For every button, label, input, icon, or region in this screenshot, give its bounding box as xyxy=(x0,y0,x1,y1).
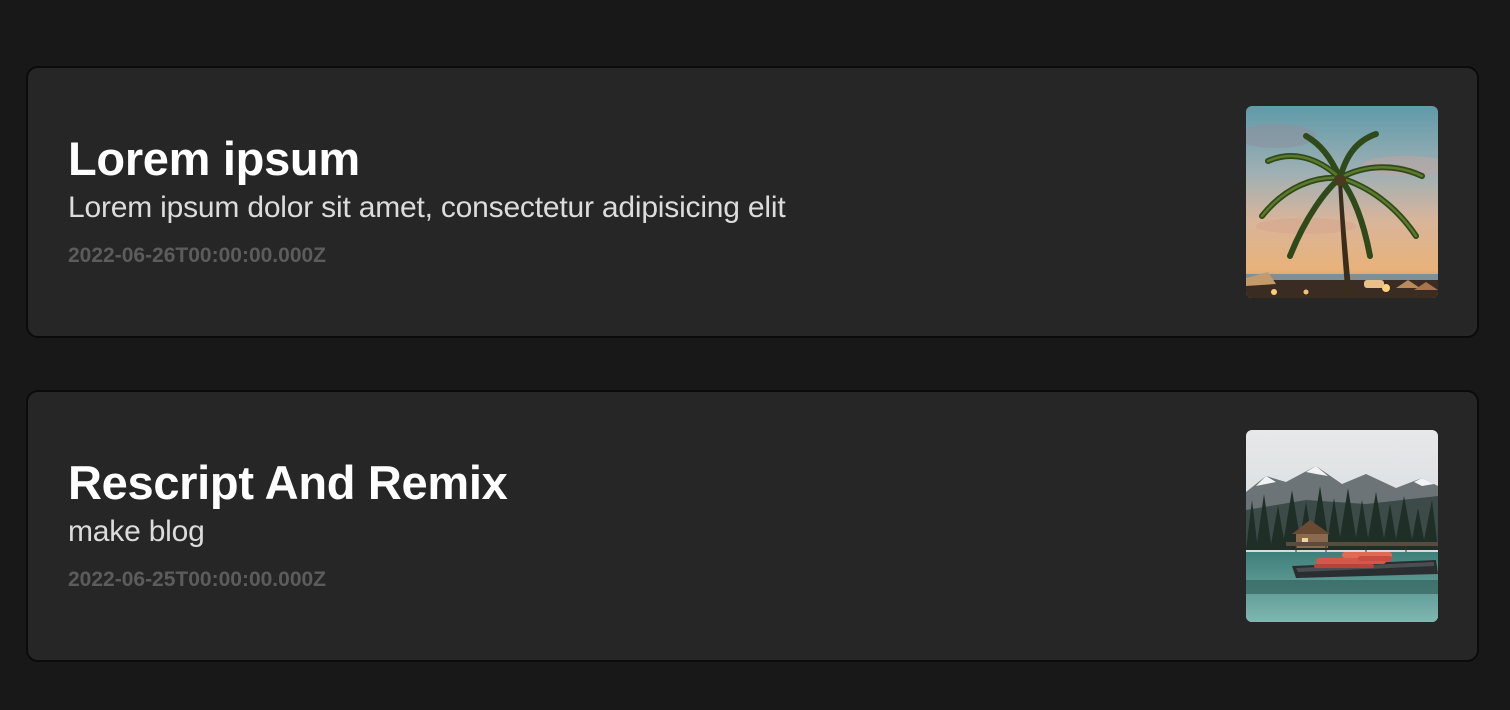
post-thumbnail[interactable] xyxy=(1246,430,1438,622)
post-card[interactable]: Rescript And Remix make blog 2022-06-25T… xyxy=(26,390,1479,662)
post-thumbnail[interactable] xyxy=(1246,106,1438,298)
post-text: Lorem ipsum Lorem ipsum dolor sit amet, … xyxy=(68,132,786,270)
palm-tree-beach-sunset-image xyxy=(1246,106,1438,298)
mountain-lake-cabin-canoes-image xyxy=(1246,430,1438,622)
post-card[interactable]: Lorem ipsum Lorem ipsum dolor sit amet, … xyxy=(26,66,1479,338)
post-list: Lorem ipsum Lorem ipsum dolor sit amet, … xyxy=(0,0,1510,710)
post-title[interactable]: Rescript And Remix xyxy=(68,456,508,510)
post-description: make blog xyxy=(68,515,205,548)
post-text: Rescript And Remix make blog 2022-06-25T… xyxy=(68,456,508,594)
post-title[interactable]: Lorem ipsum xyxy=(68,132,785,186)
post-date: 2022-06-25T00:00:00.000Z xyxy=(68,568,327,591)
post-description: Lorem ipsum dolor sit amet, consectetur … xyxy=(68,191,786,224)
post-date: 2022-06-26T00:00:00.000Z xyxy=(68,244,327,267)
